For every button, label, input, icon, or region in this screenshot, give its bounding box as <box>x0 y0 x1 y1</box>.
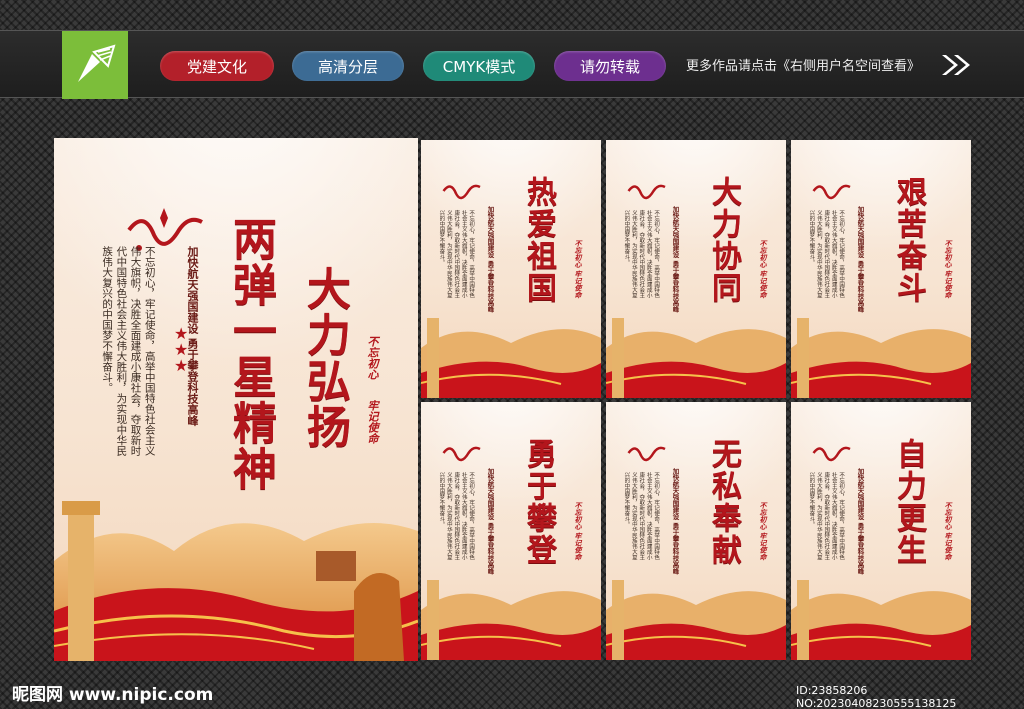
chinese-dream-logo-icon <box>812 184 851 200</box>
poster-subtitle: 加快航天强国建设 勇于攀登科技高峰 <box>486 468 494 575</box>
poster-seal: 不忘初心 牢记使命 <box>574 240 583 299</box>
poster-subtitle: 加快航天强国建设 勇于攀登科技高峰 <box>856 206 864 313</box>
tag-cmyk[interactable]: CMYK模式 <box>423 51 535 81</box>
star-icon: ★ ★ ★ <box>174 324 189 375</box>
poster-subtitle: 加快航天强国建设 勇于攀登科技高峰 <box>671 468 679 575</box>
more-works-note[interactable]: 更多作品请点击《右侧用户名空间查看》 <box>686 55 920 74</box>
poster-seal: 不忘初心 牢记使命 <box>944 502 953 561</box>
great-wall-scenery <box>421 580 601 660</box>
poster-subtitle: 加快航天强国建设 勇于攀登科技高峰 <box>671 206 679 313</box>
chinese-dream-logo-icon <box>627 184 666 200</box>
chinese-dream-logo-icon <box>812 446 851 462</box>
poster-subtitle: 加快航天强国建设 勇于攀登科技高峰 <box>856 468 864 575</box>
poster-title: 热爱祖国 <box>521 176 556 304</box>
poster-title: 自力更生 <box>891 438 926 566</box>
poster-cooperation: 大力协同 加快航天强国建设 勇于攀登科技高峰 不忘初心，牢记使命，高举中国特色社… <box>606 140 786 398</box>
poster-selfless: 无私奉献 加快航天强国建设 勇于攀登科技高峰 不忘初心，牢记使命，高举中国特色社… <box>606 402 786 660</box>
watermark-id: ID:23858206 NO:20230408230555138125 <box>796 684 957 709</box>
poster-body: 不忘初心，牢记使命，高举中国特色社会主义伟大旗帜，决胜全面建成小康社会，夺取新时… <box>808 210 845 298</box>
poster-seal: 不忘初心 牢记使命 <box>944 240 953 299</box>
chinese-dream-logo-icon <box>627 446 666 462</box>
main-body-text: 不忘初心，牢记使命，高举中国特色社会主义伟大旗帜，决胜全面建成小康社会，夺取新时… <box>101 246 156 456</box>
poster-body: 不忘初心，牢记使命，高举中国特色社会主义伟大旗帜，决胜全面建成小康社会，夺取新时… <box>623 210 660 298</box>
great-wall-scenery <box>606 580 786 660</box>
poster-body: 不忘初心，牢记使命，高举中国特色社会主义伟大旗帜，决胜全面建成小康社会，夺取新时… <box>808 472 845 560</box>
chinese-dream-logo-icon <box>442 446 481 462</box>
great-wall-scenery <box>791 580 971 660</box>
poster-hard-work: 艰苦奋斗 加快航天强国建设 勇于攀登科技高峰 不忘初心，牢记使命，高举中国特色社… <box>791 140 971 398</box>
seal-stay-true: 不忘初心 <box>366 336 379 380</box>
poster-title: 无私奉献 <box>706 438 741 566</box>
main-title-b: 两弹一星精神 <box>225 216 276 492</box>
seal-mission: 牢记使命 <box>366 400 379 444</box>
tag-no-repost[interactable]: 请勿转载 <box>554 51 666 81</box>
poster-body: 不忘初心，牢记使命，高举中国特色社会主义伟大旗帜，决胜全面建成小康社会，夺取新时… <box>438 210 475 298</box>
poster-body: 不忘初心，牢记使命，高举中国特色社会主义伟大旗帜，决胜全面建成小康社会，夺取新时… <box>438 472 475 560</box>
poster-self-reliance: 自力更生 加快航天强国建设 勇于攀登科技高峰 不忘初心，牢记使命，高举中国特色社… <box>791 402 971 660</box>
great-wall-scenery <box>421 318 601 398</box>
poster-seal: 不忘初心 牢记使命 <box>759 240 768 299</box>
main-poster: 大力弘扬 两弹一星精神 加快航天强国建设 勇于攀登科技高峰 不忘初心，牢记使命，… <box>54 138 418 661</box>
site-logo[interactable] <box>62 31 128 99</box>
poster-seal: 不忘初心 牢记使命 <box>574 502 583 561</box>
great-wall-scenery <box>54 501 418 661</box>
poster-title: 大力协同 <box>706 176 741 304</box>
chinese-dream-logo-icon <box>442 184 481 200</box>
poster-subtitle: 加快航天强国建设 勇于攀登科技高峰 <box>486 206 494 313</box>
poster-body: 不忘初心，牢记使命，高举中国特色社会主义伟大旗帜，决胜全面建成小康社会，夺取新时… <box>623 472 660 560</box>
main-title-a: 大力弘扬 <box>299 266 350 450</box>
pen-nib-icon <box>78 44 116 82</box>
poster-title: 艰苦奋斗 <box>891 176 926 304</box>
poster-love-country: 热爱祖国 加快航天强国建设 勇于攀登科技高峰 不忘初心，牢记使命，高举中国特色社… <box>421 140 601 398</box>
tag-hd-layers[interactable]: 高清分层 <box>292 51 404 81</box>
top-banner: 党建文化 高清分层 CMYK模式 请勿转载 更多作品请点击《右侧用户名空间查看》 <box>0 30 1024 99</box>
great-wall-scenery <box>606 318 786 398</box>
poster-seal: 不忘初心 牢记使命 <box>759 502 768 561</box>
poster-title: 勇于攀登 <box>521 438 556 566</box>
watermark-site: 昵图网 www.nipic.com <box>12 685 214 705</box>
poster-brave-climb: 勇于攀登 加快航天强国建设 勇于攀登科技高峰 不忘初心，牢记使命，高举中国特色社… <box>421 402 601 660</box>
double-chevron-right-icon[interactable] <box>940 53 972 77</box>
tag-party-culture[interactable]: 党建文化 <box>160 51 274 81</box>
great-wall-scenery <box>791 318 971 398</box>
